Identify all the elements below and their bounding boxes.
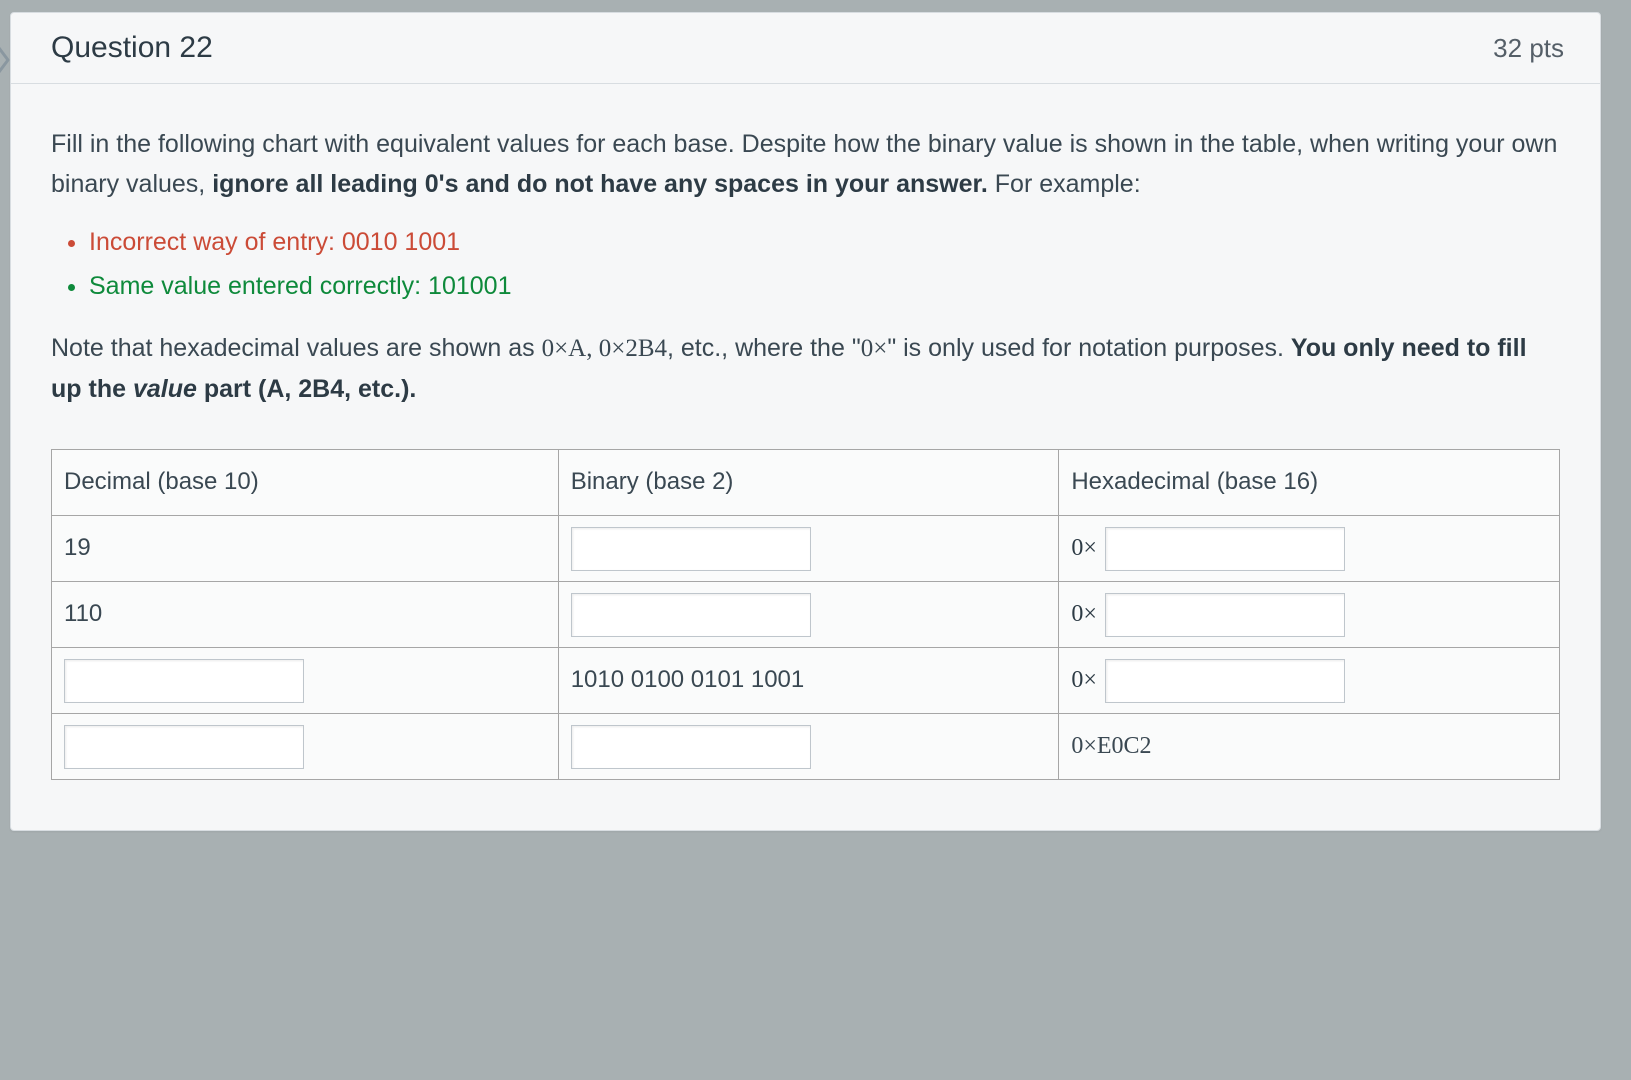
decimal-cell: 110 xyxy=(52,582,559,648)
question-points: 32 pts xyxy=(1493,33,1564,64)
instruction-paragraph-2: Note that hexadecimal values are shown a… xyxy=(51,328,1560,409)
instruction-p2d: 0× xyxy=(861,335,888,362)
col-header-binary: Binary (base 2) xyxy=(558,450,1059,516)
binary-cell xyxy=(558,516,1059,582)
binary-input[interactable] xyxy=(571,527,811,571)
table-row: 110 0× xyxy=(52,582,1560,648)
hex-prefix: 0× xyxy=(1071,595,1097,633)
table-row: 19 0× xyxy=(52,516,1560,582)
hex-cell: 0× xyxy=(1059,582,1560,648)
decimal-cell: 19 xyxy=(52,516,559,582)
instruction-p1b: ignore all leading 0's and do not have a… xyxy=(212,170,988,198)
binary-cell: 1010 0100 0101 1001 xyxy=(558,648,1059,714)
hex-input[interactable] xyxy=(1105,527,1345,571)
decimal-cell xyxy=(52,648,559,714)
instruction-p2g: value xyxy=(133,375,197,403)
question-card: Question 22 32 pts Fill in the following… xyxy=(10,12,1601,831)
col-header-hex: Hexadecimal (base 16) xyxy=(1059,450,1560,516)
instruction-p2a: Note that hexadecimal values are shown a… xyxy=(51,334,542,362)
hex-input[interactable] xyxy=(1105,593,1345,637)
instruction-p2b: 0×A, 0×2B4 xyxy=(542,335,667,362)
binary-cell xyxy=(558,714,1059,780)
hex-cell: 0× xyxy=(1059,648,1560,714)
question-title: Question 22 xyxy=(51,31,213,65)
hex-cell: 0×E0C2 xyxy=(1059,714,1560,780)
table-row: 1010 0100 0101 1001 0× xyxy=(52,648,1560,714)
col-header-decimal: Decimal (base 10) xyxy=(52,450,559,516)
question-header: Question 22 32 pts xyxy=(11,13,1600,84)
decimal-input[interactable] xyxy=(64,659,304,703)
hex-input[interactable] xyxy=(1105,659,1345,703)
decimal-input[interactable] xyxy=(64,725,304,769)
decimal-cell xyxy=(52,714,559,780)
bullet-correct: Same value entered correctly: 101001 xyxy=(89,266,1560,306)
instruction-p2h: part (A, 2B4, etc.). xyxy=(197,375,417,403)
instruction-paragraph-1: Fill in the following chart with equival… xyxy=(51,124,1560,204)
question-body: Fill in the following chart with equival… xyxy=(11,84,1600,830)
table-row: 0×E0C2 xyxy=(52,714,1560,780)
binary-input[interactable] xyxy=(571,593,811,637)
instruction-p2e: " is only used for notation purposes. xyxy=(887,334,1291,362)
nav-chevron-icon xyxy=(0,40,12,80)
instruction-p1c: For example: xyxy=(988,170,1141,198)
hex-static-value: 0×E0C2 xyxy=(1071,733,1151,759)
hex-prefix: 0× xyxy=(1071,529,1097,567)
binary-cell xyxy=(558,582,1059,648)
instruction-p2c: , etc., where the " xyxy=(667,334,861,362)
conversion-table: Decimal (base 10) Binary (base 2) Hexade… xyxy=(51,449,1560,780)
hex-prefix: 0× xyxy=(1071,661,1097,699)
binary-input[interactable] xyxy=(571,725,811,769)
instruction-bullets: Incorrect way of entry: 0010 1001 Same v… xyxy=(75,222,1560,306)
hex-cell: 0× xyxy=(1059,516,1560,582)
bullet-incorrect: Incorrect way of entry: 0010 1001 xyxy=(89,222,1560,262)
